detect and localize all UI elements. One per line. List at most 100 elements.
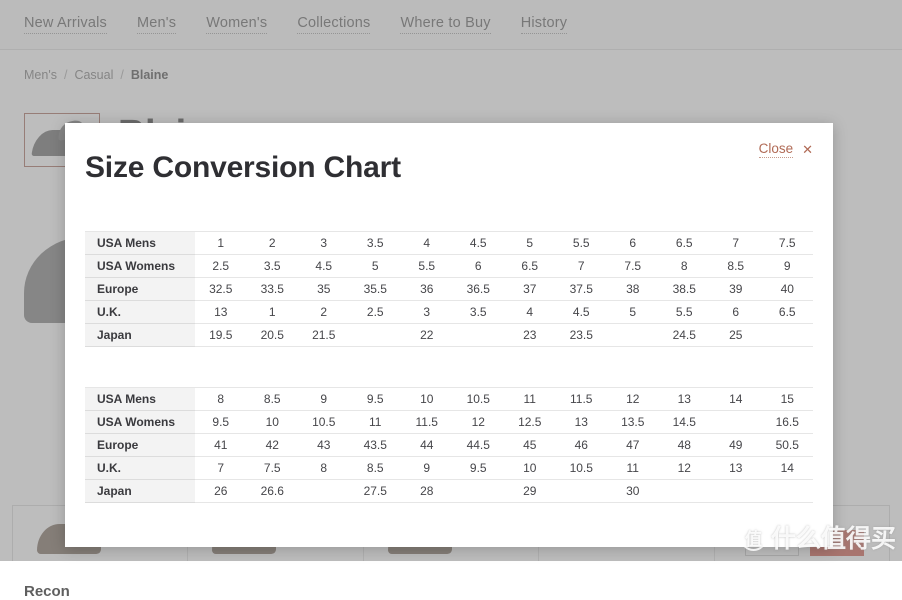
cell: 9 <box>401 457 453 480</box>
row-label: Japan <box>85 324 195 347</box>
cell: 35.5 <box>350 278 402 301</box>
row-label: U.K. <box>85 457 195 480</box>
cell: 12.5 <box>504 411 556 434</box>
cell <box>607 324 659 347</box>
cell <box>762 480 814 503</box>
cell: 1 <box>195 232 247 255</box>
row-label: USA Womens <box>85 411 195 434</box>
close-button-label[interactable]: Close <box>759 141 794 158</box>
watermark-mark-icon: 值 <box>740 524 767 551</box>
cell: 14 <box>710 388 762 411</box>
cell: 16.5 <box>762 411 814 434</box>
cell: 7.5 <box>762 232 814 255</box>
cell: 7.5 <box>607 255 659 278</box>
cell <box>453 480 505 503</box>
cell: 7 <box>710 232 762 255</box>
cell: 25 <box>710 324 762 347</box>
cell: 5.5 <box>659 301 711 324</box>
cell: 21.5 <box>298 324 350 347</box>
cell <box>659 480 711 503</box>
cell: 50.5 <box>762 434 814 457</box>
cell: 8 <box>195 388 247 411</box>
table-row: U.K. 13 1 2 2.5 3 3.5 4 4.5 5 5.5 6 6.5 <box>85 301 813 324</box>
close-button[interactable]: Close ✕ <box>759 141 813 158</box>
cell: 43.5 <box>350 434 402 457</box>
table-row: Europe 41 42 43 43.5 44 44.5 45 46 47 48… <box>85 434 813 457</box>
cell: 5 <box>350 255 402 278</box>
size-conversion-modal: Close ✕ Size Conversion Chart USA Mens 1… <box>65 123 833 547</box>
cell: 20.5 <box>247 324 299 347</box>
cell: 12 <box>453 411 505 434</box>
cell: 28 <box>401 480 453 503</box>
cell: 5 <box>504 232 556 255</box>
cell <box>710 480 762 503</box>
size-tables-container: USA Mens 1 2 3 3.5 4 4.5 5 5.5 6 6.5 7 7… <box>85 231 813 503</box>
cell: 5.5 <box>401 255 453 278</box>
cell: 9.5 <box>195 411 247 434</box>
size-table-large: USA Mens 8 8.5 9 9.5 10 10.5 11 11.5 12 … <box>85 387 813 503</box>
cell: 27.5 <box>350 480 402 503</box>
cell: 33.5 <box>247 278 299 301</box>
table-row: USA Mens 8 8.5 9 9.5 10 10.5 11 11.5 12 … <box>85 388 813 411</box>
cell: 44 <box>401 434 453 457</box>
cell: 41 <box>195 434 247 457</box>
cell: 2 <box>298 301 350 324</box>
cell: 38 <box>607 278 659 301</box>
cell: 44.5 <box>453 434 505 457</box>
table-row: U.K. 7 7.5 8 8.5 9 9.5 10 10.5 11 12 13 … <box>85 457 813 480</box>
cell: 11.5 <box>401 411 453 434</box>
close-icon[interactable]: ✕ <box>802 143 813 156</box>
cell: 37 <box>504 278 556 301</box>
row-label: U.K. <box>85 301 195 324</box>
cell: 10 <box>247 411 299 434</box>
cell: 8 <box>298 457 350 480</box>
cell: 4 <box>504 301 556 324</box>
cell: 4.5 <box>453 232 505 255</box>
cell: 47 <box>607 434 659 457</box>
cell <box>762 324 814 347</box>
cell: 4 <box>401 232 453 255</box>
watermark-text: 什么值得买 <box>771 519 896 555</box>
cell: 3 <box>401 301 453 324</box>
cell: 15 <box>762 388 814 411</box>
site-watermark: 值 什么值得买 <box>740 519 896 555</box>
cell: 1 <box>247 301 299 324</box>
table-row: USA Womens 9.5 10 10.5 11 11.5 12 12.5 1… <box>85 411 813 434</box>
cell: 37.5 <box>556 278 608 301</box>
cell: 7 <box>195 457 247 480</box>
cell: 19.5 <box>195 324 247 347</box>
cell: 8.5 <box>350 457 402 480</box>
row-label: USA Mens <box>85 232 195 255</box>
cell <box>710 411 762 434</box>
cell: 5.5 <box>556 232 608 255</box>
cell: 22 <box>401 324 453 347</box>
table-row: Japan 19.5 20.5 21.5 22 23 23.5 24.5 25 <box>85 324 813 347</box>
cell <box>350 324 402 347</box>
cell <box>556 480 608 503</box>
cell: 24.5 <box>659 324 711 347</box>
cell: 8 <box>659 255 711 278</box>
cell: 2 <box>247 232 299 255</box>
table-row: Europe 32.5 33.5 35 35.5 36 36.5 37 37.5… <box>85 278 813 301</box>
table-row: USA Mens 1 2 3 3.5 4 4.5 5 5.5 6 6.5 7 7… <box>85 232 813 255</box>
table-row: USA Womens 2.5 3.5 4.5 5 5.5 6 6.5 7 7.5… <box>85 255 813 278</box>
cell: 11 <box>607 457 659 480</box>
cell: 10 <box>504 457 556 480</box>
table-row: Japan 26 26.6 27.5 28 29 30 <box>85 480 813 503</box>
cell: 6.5 <box>659 232 711 255</box>
cell: 10.5 <box>556 457 608 480</box>
cell: 40 <box>762 278 814 301</box>
cell: 5 <box>607 301 659 324</box>
cell: 10.5 <box>453 388 505 411</box>
cell: 29 <box>504 480 556 503</box>
cell: 13 <box>710 457 762 480</box>
cell: 7 <box>556 255 608 278</box>
cell: 13.5 <box>607 411 659 434</box>
cell: 26.6 <box>247 480 299 503</box>
cell: 23 <box>504 324 556 347</box>
cell: 6.5 <box>504 255 556 278</box>
modal-title: Size Conversion Chart <box>85 151 401 185</box>
cell: 35 <box>298 278 350 301</box>
cell: 32.5 <box>195 278 247 301</box>
size-table-small: USA Mens 1 2 3 3.5 4 4.5 5 5.5 6 6.5 7 7… <box>85 231 813 347</box>
